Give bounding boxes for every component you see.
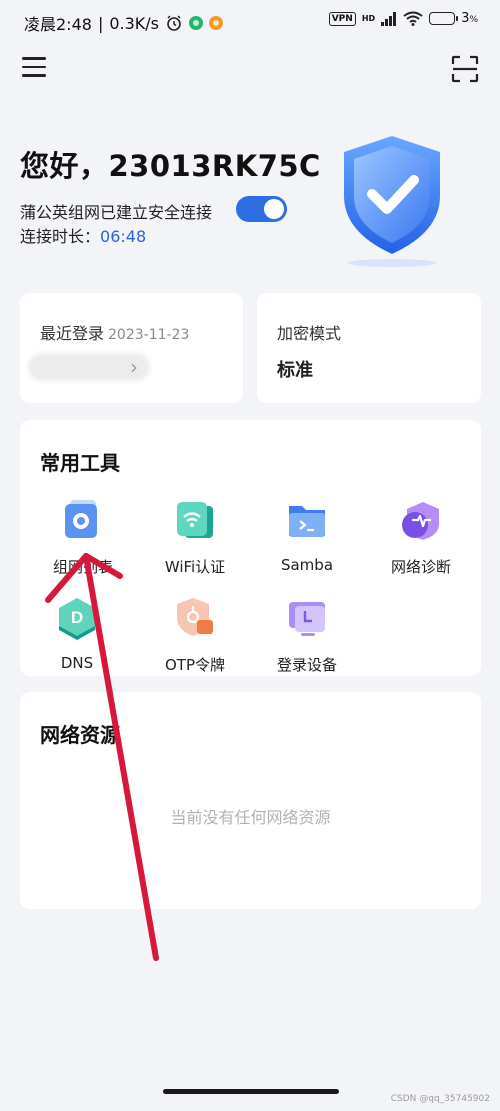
dns-icon: D	[59, 598, 95, 640]
battery-icon	[429, 12, 459, 25]
network-resources-card: 网络资源 当前没有任何网络资源	[20, 692, 481, 909]
otp-token-icon	[177, 598, 213, 636]
connection-status-text: 蒲公英组网已建立安全连接	[20, 203, 213, 222]
app-notification-icon	[189, 16, 203, 30]
tool-dns[interactable]: D DNS	[27, 596, 127, 672]
alarm-icon	[167, 15, 181, 31]
tool-label: 网络诊断	[390, 558, 451, 576]
tool-label: DNS	[60, 654, 94, 672]
login-device-icon	[289, 602, 325, 636]
app-notification-icon-2	[209, 16, 223, 30]
recent-login-date: 2023-11-23	[108, 327, 190, 343]
tool-samba[interactable]: Samba	[257, 498, 357, 574]
scan-button[interactable]	[451, 55, 479, 83]
empty-state-text: 当前没有任何网络资源	[170, 808, 331, 827]
recent-login-card[interactable]: 最近登录 2023-11-23 ›	[20, 293, 243, 403]
connection-toggle[interactable]	[236, 196, 287, 222]
signal-icon	[381, 11, 397, 26]
tool-network-list[interactable]: 组网列表	[33, 498, 133, 577]
duration-label: 连接时长：	[20, 227, 101, 246]
status-right: VPN HD 3%	[328, 11, 478, 26]
status-time: 凌晨2:48	[24, 15, 92, 34]
network-list-icon	[65, 500, 97, 538]
watermark: CSDN @qq_35745902	[390, 1094, 490, 1104]
tool-label: OTP令牌	[164, 656, 225, 674]
tool-label: Samba	[280, 556, 334, 574]
tool-login-device[interactable]: 登录设备	[257, 596, 357, 675]
common-tools-card: 常用工具 组网列表 WiFi认证 Samba 网络诊断 D DNS OTP令牌 …	[20, 420, 481, 676]
duration-value: 06:48	[100, 227, 147, 246]
wifi-auth-icon	[177, 502, 213, 538]
tool-otp-token[interactable]: OTP令牌	[145, 596, 245, 675]
svg-text:D: D	[71, 608, 83, 627]
status-speed: 0.3K/s	[109, 13, 159, 33]
samba-folder-icon	[289, 506, 325, 537]
menu-icon	[22, 57, 46, 60]
hd-label: HD	[361, 14, 376, 23]
tool-label: 登录设备	[276, 656, 337, 674]
home-indicator[interactable]	[163, 1089, 339, 1094]
status-bar: 凌晨2:48 | 0.3K/s VPN HD 3%	[0, 0, 500, 42]
common-tools-title: 常用工具	[40, 451, 120, 475]
greeting-title: 您好，23013RK75C	[20, 149, 321, 183]
tool-label: 组网列表	[52, 558, 113, 576]
tool-network-diagnosis[interactable]: 网络诊断	[371, 498, 471, 577]
chevron-right-icon: ›	[130, 355, 138, 379]
status-left: 凌晨2:48 | 0.3K/s	[24, 11, 223, 35]
status-divider: |	[97, 13, 104, 33]
security-shield-icon	[344, 136, 440, 267]
vpn-icon: VPN	[328, 11, 356, 26]
tool-label: WiFi认证	[164, 558, 226, 576]
battery-level: 3%	[461, 11, 478, 26]
connection-duration: 连接时长：06:48	[20, 223, 146, 247]
encryption-mode-value: 标准	[277, 360, 313, 381]
tool-wifi-auth[interactable]: WiFi认证	[145, 498, 245, 577]
toggle-knob	[264, 199, 284, 219]
encryption-mode-card[interactable]: 加密模式 标准	[257, 293, 481, 403]
network-diagnosis-icon	[402, 502, 439, 540]
recent-login-label: 最近登录 2023-11-23	[40, 324, 190, 343]
wifi-icon	[403, 11, 423, 26]
network-resources-title: 网络资源	[40, 723, 120, 747]
encryption-mode-label: 加密模式	[277, 324, 342, 343]
menu-button[interactable]	[22, 57, 46, 79]
